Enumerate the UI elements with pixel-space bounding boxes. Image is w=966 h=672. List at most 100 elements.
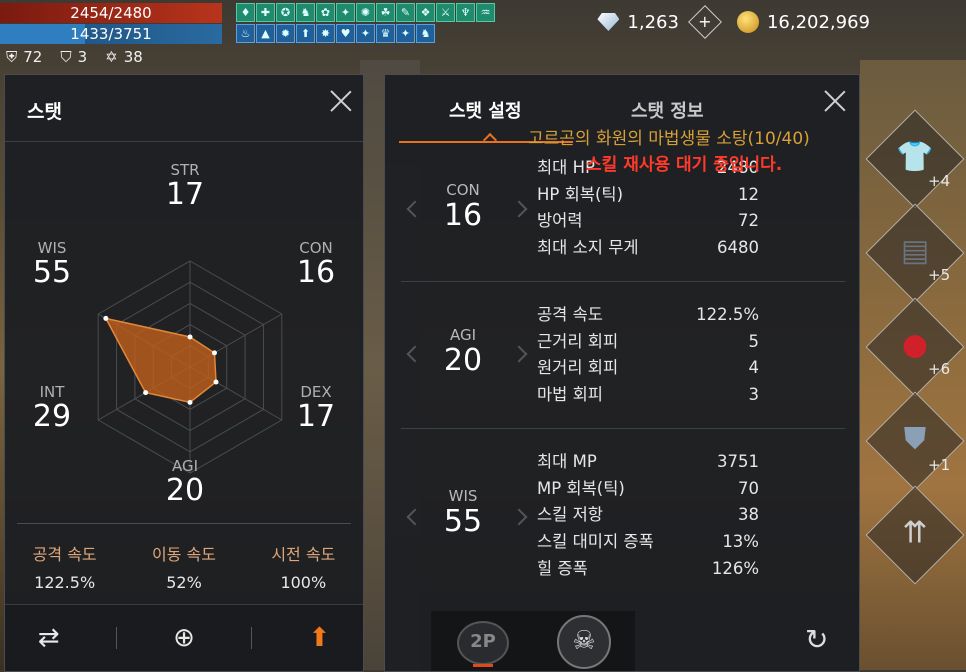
currency-bar: 1,263 + 16,202,969	[597, 5, 966, 39]
defense-stat: ⛨ 72	[6, 48, 42, 66]
stat-panel: 스탯 STR 17 CON 16 DEX 17 AGI 20 INT 29 WIS 55 공…	[4, 74, 364, 672]
buff-icon[interactable]: ♛	[376, 24, 395, 43]
buff-icon[interactable]: ✦	[336, 3, 355, 22]
chevron-left-icon[interactable]	[406, 200, 424, 218]
buff-icon[interactable]: ♞	[296, 3, 315, 22]
defense-value: 72	[23, 48, 43, 66]
close-icon[interactable]	[329, 89, 353, 113]
demon-mask-button[interactable]: ☠	[557, 615, 611, 669]
buff-icon[interactable]: ♦	[236, 3, 255, 22]
buff-icon[interactable]: ♒	[476, 3, 495, 22]
radar-point-dex	[213, 379, 219, 385]
diamond-currency: 1,263 +	[597, 5, 725, 39]
cooldown-warning-text: 스킬 재사용 대기 중입니다.	[586, 155, 783, 175]
stat-agi: AGI 20	[150, 457, 220, 507]
mp-value: 1433/3751	[70, 25, 152, 43]
row-value: 3	[748, 385, 760, 405]
chevron-left-icon[interactable]	[406, 345, 424, 363]
buff-icon[interactable]: ✚	[256, 3, 275, 22]
party-2p-button[interactable]: 2P	[457, 621, 509, 667]
stat-int: INT 29	[17, 383, 87, 433]
cast-speed-value: 100%	[280, 573, 327, 592]
hp-bar: 2454/2480	[0, 3, 222, 23]
chevron-right-icon[interactable]	[510, 345, 528, 363]
magnifier-plus-icon: ⊕	[173, 623, 195, 653]
stat-str: STR 17	[150, 161, 220, 211]
list-item: 최대 소지 무게 6480	[537, 235, 759, 262]
row-label: 방어력	[537, 211, 583, 231]
buff-icon[interactable]: ✺	[356, 3, 375, 22]
radar-point-int	[143, 390, 149, 396]
buff-icon[interactable]: ✹	[276, 24, 295, 43]
speed-stats: 공격 속도 122.5% 이동 속도 52% 시전 속도 100%	[5, 541, 363, 592]
swap-button[interactable]: ⇄	[29, 618, 69, 658]
stat-detail-list: 공격 속도 122.5% 근거리 회피 5 원거리 회피 4 마법 회피 3	[537, 302, 759, 409]
stat-panel-title: 스탯	[27, 101, 62, 123]
divider	[17, 523, 351, 524]
tab-stat-info[interactable]: 스탯 정보	[631, 97, 704, 123]
row-value: 6480	[717, 238, 759, 258]
buff-icon[interactable]: ⬆	[296, 24, 315, 43]
add-diamond-button[interactable]: +	[687, 5, 722, 39]
row-label: 스킬 저항	[537, 505, 603, 525]
hp-value: 2454/2480	[70, 4, 152, 22]
star-icon: ✡	[105, 48, 118, 66]
buff-icon[interactable]: ✿	[316, 3, 335, 22]
buff-icon[interactable]: ✦	[396, 24, 415, 43]
gold-coin-icon	[736, 11, 759, 33]
buff-icon[interactable]: ♞	[416, 24, 435, 43]
buff-icon[interactable]: ♆	[456, 3, 475, 22]
section-stat: AGI 20	[423, 326, 503, 378]
list-item: HP 회복(틱) 12	[537, 182, 759, 209]
zoom-button[interactable]: ⊕	[164, 618, 204, 658]
move-speed-label: 이동 속도	[152, 545, 216, 564]
stat-dex-value: 17	[296, 399, 336, 434]
close-icon[interactable]	[823, 89, 847, 113]
cast-speed: 시전 속도 100%	[271, 541, 335, 592]
row-value: 122.5%	[696, 305, 759, 324]
buff-icon[interactable]: ❖	[416, 3, 435, 22]
list-item: MP 회복(틱) 70	[537, 476, 759, 503]
section-stat-value: 55	[443, 504, 483, 539]
stat-dex: DEX 17	[281, 383, 351, 433]
row-label: 힐 증폭	[537, 558, 588, 578]
chevron-right-icon[interactable]	[510, 200, 528, 218]
stat-agi-value: 20	[165, 473, 205, 508]
row-value: 3751	[717, 452, 759, 471]
buff-row-1: ♦ ✚ ✪ ♞ ✿ ✦ ✺ ☘ ✎ ❖ ⚔ ♆ ♒	[236, 3, 508, 22]
stat-str-value: 17	[165, 177, 205, 212]
buff-icon[interactable]: ☘	[376, 3, 395, 22]
attack-speed: 공격 속도 122.5%	[33, 541, 97, 592]
refresh-button[interactable]: ↻	[805, 623, 828, 656]
radar-stat-shape	[104, 317, 217, 404]
buff-icon[interactable]: ♥	[336, 24, 355, 43]
stat-section-wis: WIS 55 최대 MP 3751 MP 회복(틱) 70 스킬 저항 38 스킬 대미…	[401, 429, 845, 601]
buff-icon[interactable]: ✸	[316, 24, 335, 43]
buff-icon[interactable]: ✦	[356, 24, 375, 43]
divider	[251, 627, 253, 649]
stat-con-value: 16	[296, 255, 336, 290]
chevron-left-icon[interactable]	[406, 508, 424, 526]
buff-icon[interactable]: ♨	[236, 24, 255, 43]
stat-up-button[interactable]: ⬆	[299, 618, 339, 658]
buff-icon[interactable]: ⚔	[436, 3, 455, 22]
row-value: 4	[748, 358, 760, 378]
section-stat-value: 20	[443, 343, 483, 378]
attack-speed-label: 공격 속도	[32, 545, 97, 564]
party-2p-label: 2P	[470, 631, 496, 652]
radar-point-con	[211, 350, 217, 356]
hud-stats: ⛨ 72 ⛉ 3 ✡ 38	[6, 48, 143, 66]
move-speed-value: 52%	[166, 573, 202, 592]
list-item: 마법 회피 3	[537, 382, 759, 409]
buff-icon[interactable]: ▲	[256, 24, 275, 43]
buff-icon[interactable]: ✪	[276, 3, 295, 22]
row-label: 스킬 대미지 증폭	[537, 532, 654, 552]
cast-speed-label: 시전 속도	[271, 545, 336, 564]
chevron-right-icon[interactable]	[510, 508, 528, 526]
row-value: 70	[738, 478, 759, 498]
radar-point-str	[187, 334, 193, 340]
tab-stat-settings[interactable]: 스탯 설정	[449, 97, 522, 123]
buff-icon[interactable]: ✎	[396, 3, 415, 22]
enhance-level: +5	[928, 266, 951, 284]
row-label: 최대 소지 무게	[537, 238, 639, 258]
